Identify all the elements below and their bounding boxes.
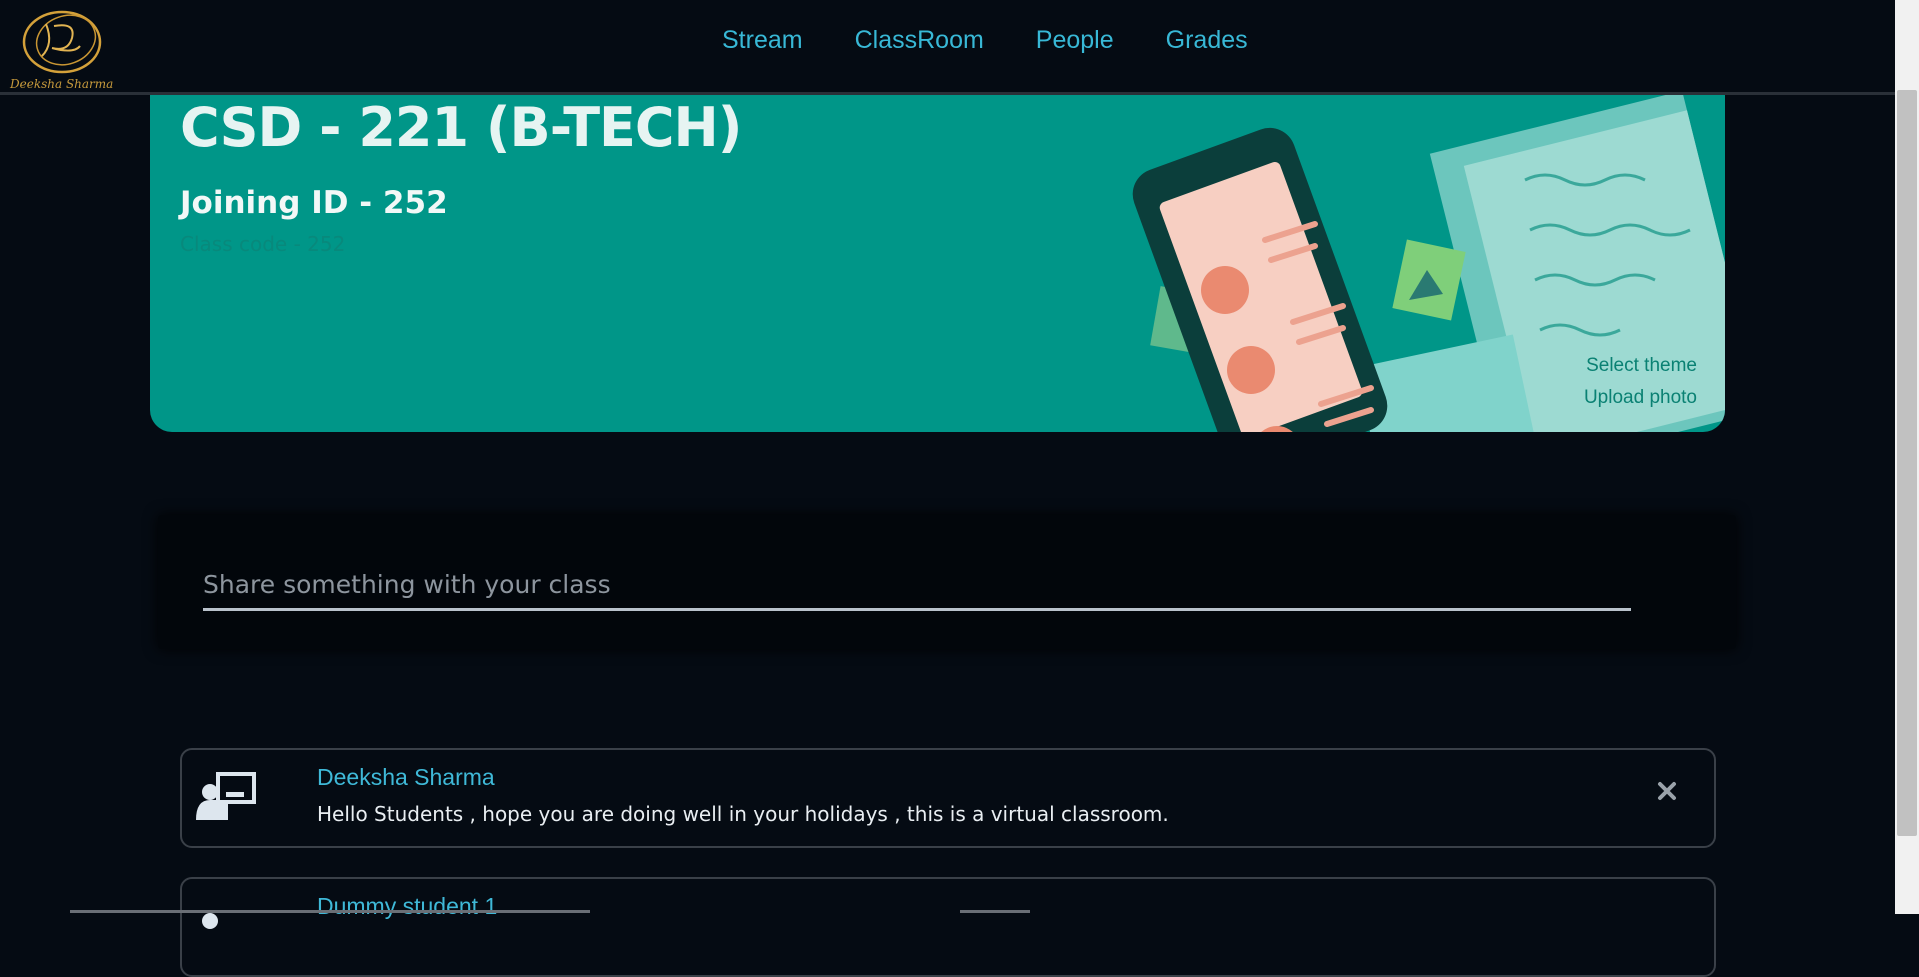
user-icon [202, 913, 218, 929]
nav-grades[interactable]: Grades [1166, 26, 1248, 55]
nav-links: Stream ClassRoom People Grades [722, 26, 1248, 55]
horizontal-scrollbar[interactable] [70, 910, 590, 913]
vertical-scrollbar[interactable] [1895, 0, 1919, 914]
scrollbar-thumb[interactable] [1897, 90, 1917, 836]
horizontal-scrollbar-thumb[interactable] [960, 910, 1030, 913]
class-title: CSD - 221 (B-TECH) [180, 96, 742, 159]
post-author[interactable]: Dummy student 1 [317, 893, 497, 920]
svg-text:Deeksha Sharma: Deeksha Sharma [9, 77, 113, 91]
select-theme-link[interactable]: Select theme [1586, 355, 1697, 377]
nav-people[interactable]: People [1036, 26, 1114, 55]
share-box [158, 515, 1736, 649]
post-text: Hello Students , hope you are doing well… [317, 802, 1169, 826]
class-banner: CSD - 221 (B-TECH) Joining ID - 252 Clas… [150, 60, 1725, 432]
nav-stream[interactable]: Stream [722, 26, 803, 55]
nav-classroom[interactable]: ClassRoom [855, 26, 984, 55]
brand-logo[interactable]: Deeksha Sharma [6, 4, 116, 94]
joining-id: Joining ID - 252 [180, 185, 448, 221]
share-input[interactable] [203, 560, 1631, 611]
top-navbar: Deeksha Sharma Stream ClassRoom People G… [0, 0, 1895, 95]
post-card: Dummy student 1 [180, 877, 1716, 977]
post-author[interactable]: Deeksha Sharma [317, 764, 495, 791]
close-icon[interactable] [1656, 780, 1678, 802]
post-card: Deeksha Sharma Hello Students , hope you… [180, 748, 1716, 848]
teacher-board-icon [196, 772, 256, 820]
upload-photo-link[interactable]: Upload photo [1584, 387, 1697, 409]
class-code-faded: Class code - 252 [180, 232, 346, 256]
